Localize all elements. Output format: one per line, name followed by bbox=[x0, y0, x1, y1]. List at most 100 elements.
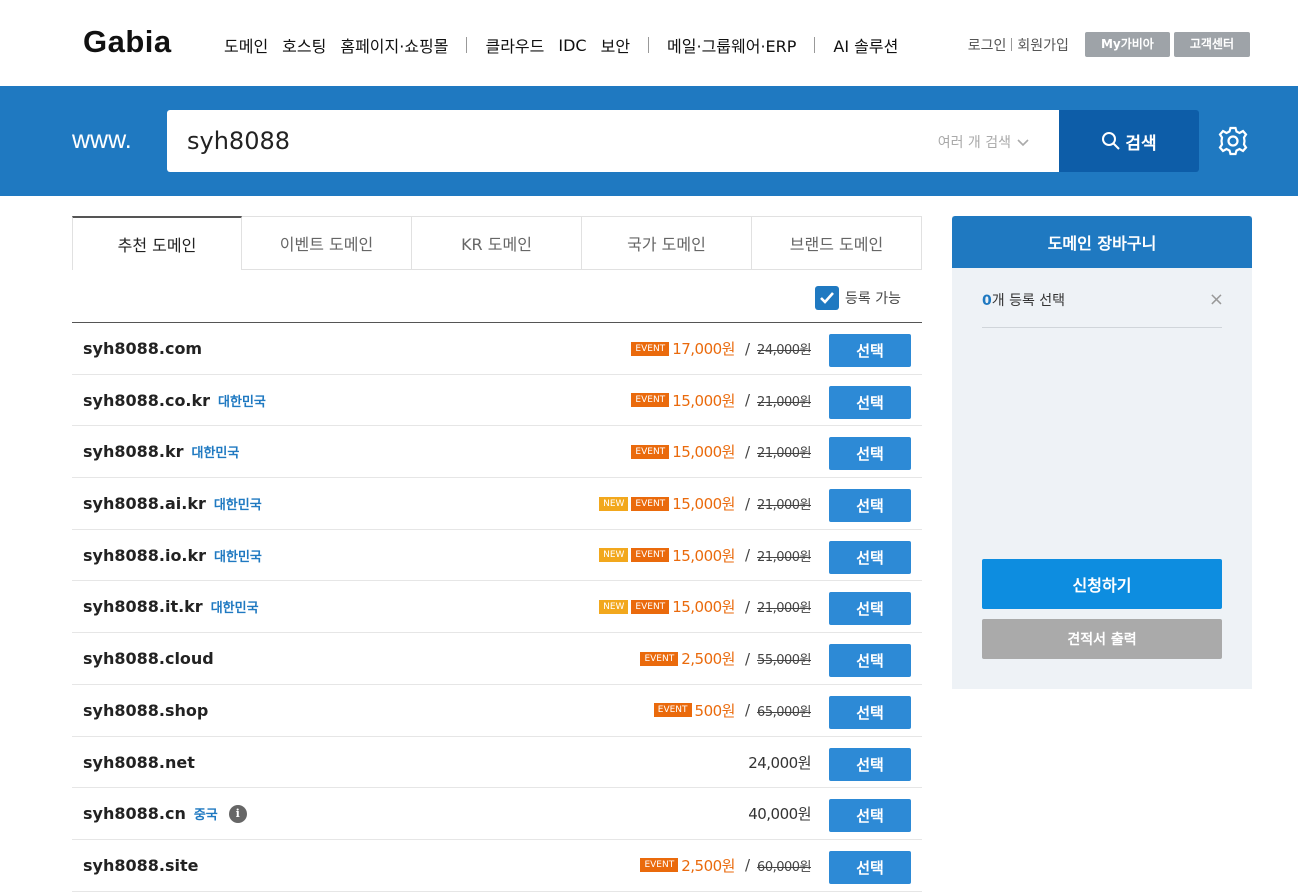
domain-row: syh8088.it.kr 대한민국 NEW EVENT 15,000원 / 21,000원… bbox=[72, 581, 922, 634]
nav-item[interactable]: 보안 bbox=[601, 33, 630, 57]
domain-name-cell: syh8088.io.kr 대한민국 bbox=[83, 530, 262, 581]
nav-item[interactable]: 홈페이지·쇼핑몰 bbox=[340, 33, 448, 57]
price-cell: EVENT 15,000원 / 21,000원 bbox=[631, 375, 811, 426]
utility-menu: 로그인 회원가입 My가비아 고객센터 bbox=[968, 32, 1250, 57]
search-box: 여러 개 검색 bbox=[167, 110, 1059, 172]
select-domain-button[interactable]: 선택 bbox=[829, 747, 911, 781]
signup-link[interactable]: 회원가입 bbox=[1017, 35, 1069, 55]
gabia-logo[interactable]: Gabia bbox=[83, 24, 172, 60]
nav-divider bbox=[814, 37, 816, 53]
domain-name: syh8088.co.kr bbox=[83, 390, 211, 410]
price-separator: / bbox=[744, 546, 751, 565]
price-cell: 40,000원 bbox=[748, 788, 811, 839]
event-price: 15,000원 bbox=[672, 391, 735, 410]
select-domain-button[interactable]: 선택 bbox=[829, 540, 911, 574]
select-domain-button[interactable]: 선택 bbox=[829, 385, 911, 419]
search-button[interactable]: 검색 bbox=[1059, 110, 1199, 172]
event-price: 15,000원 bbox=[672, 598, 735, 617]
cart-divider bbox=[982, 327, 1222, 328]
event-badge: EVENT bbox=[640, 858, 679, 873]
my-gabia-button[interactable]: My가비아 bbox=[1084, 32, 1170, 57]
nav-item[interactable]: IDC bbox=[558, 36, 586, 55]
select-domain-button[interactable]: 선택 bbox=[829, 644, 911, 678]
domain-tabs: 추천 도메인 이벤트 도메인 KR 도메인 국가 도메인 브랜드 도메인 bbox=[72, 216, 922, 270]
price-separator: / bbox=[744, 597, 751, 616]
domain-row: syh8088.cn 중국 i 40,000원 선택 bbox=[72, 788, 922, 840]
close-icon[interactable]: × bbox=[1209, 289, 1224, 310]
cart-count-number: 0 bbox=[982, 293, 992, 309]
domain-row: syh8088.cloud EVENT 2,500원 / 55,000원 선택 bbox=[72, 633, 922, 685]
available-label: 등록 가능 bbox=[845, 291, 901, 307]
nav-item[interactable]: 클라우드 bbox=[485, 33, 544, 57]
select-domain-button[interactable]: 선택 bbox=[829, 695, 911, 729]
domain-name-cell: syh8088.kr 대한민국 bbox=[83, 426, 239, 477]
domain-search-input[interactable] bbox=[187, 124, 887, 158]
domain-name: syh8088.cn bbox=[83, 804, 186, 824]
chevron-down-icon bbox=[1017, 139, 1029, 147]
util-divider bbox=[1011, 38, 1013, 51]
www-prefix: www. bbox=[72, 126, 132, 154]
nav-item[interactable]: AI 솔루션 bbox=[833, 33, 898, 57]
price: 24,000원 bbox=[748, 753, 811, 772]
select-domain-button[interactable]: 선택 bbox=[829, 592, 911, 626]
tab-domain-category[interactable]: 추천 도메인 bbox=[72, 216, 242, 270]
select-domain-button[interactable]: 선택 bbox=[829, 334, 911, 367]
apply-button[interactable]: 신청하기 bbox=[982, 559, 1222, 609]
customer-center-button[interactable]: 고객센터 bbox=[1173, 32, 1250, 57]
event-badge: EVENT bbox=[640, 651, 679, 666]
domain-name: syh8088.com bbox=[83, 339, 203, 358]
original-price: 65,000원 bbox=[757, 704, 811, 720]
nav-divider bbox=[648, 37, 650, 53]
event-badge: EVENT bbox=[631, 444, 670, 459]
domain-row: syh8088.kr 대한민국 EVENT 15,000원 / 21,000원 선택 bbox=[72, 426, 922, 479]
price-separator: / bbox=[744, 391, 751, 410]
domain-name-cell: syh8088.cloud bbox=[83, 633, 214, 684]
country-label: 중국 bbox=[193, 808, 218, 824]
multi-search-label: 여러 개 검색 bbox=[937, 135, 1011, 151]
event-price: 500원 bbox=[694, 701, 736, 720]
domain-name-cell: syh8088.com bbox=[83, 323, 202, 374]
print-quote-button[interactable]: 견적서 출력 bbox=[982, 619, 1222, 659]
original-price: 55,000원 bbox=[757, 653, 811, 669]
country-label: 대한민국 bbox=[214, 549, 262, 565]
tab-domain-category[interactable]: KR 도메인 bbox=[412, 216, 582, 270]
new-badge: NEW bbox=[599, 599, 629, 614]
select-domain-button[interactable]: 선택 bbox=[829, 437, 911, 471]
info-icon[interactable]: i bbox=[228, 804, 247, 823]
login-link[interactable]: 로그인 bbox=[968, 35, 1007, 55]
domain-row: syh8088.ai.kr 대한민국 NEW EVENT 15,000원 / 21,000원… bbox=[72, 478, 922, 530]
available-filter[interactable]: 등록 가능 bbox=[815, 286, 901, 310]
price: 40,000원 bbox=[748, 805, 811, 824]
price-separator: / bbox=[744, 856, 751, 875]
domain-row: syh8088.com EVENT 17,000원 / 24,000원 선택 bbox=[72, 323, 922, 375]
country-label: 대한민국 bbox=[213, 498, 262, 514]
price-separator: / bbox=[744, 339, 751, 358]
cart-count: 0개 등록 선택 bbox=[982, 290, 1065, 310]
price-cell: NEW EVENT 15,000원 / 21,000원 bbox=[599, 581, 811, 632]
domain-cart: 도메인 장바구니 0개 등록 선택 × 신청하기 견적서 출력 bbox=[952, 216, 1252, 689]
gear-icon[interactable] bbox=[1216, 124, 1250, 158]
domain-name-cell: syh8088.net bbox=[83, 737, 195, 788]
event-badge: EVENT bbox=[631, 599, 670, 614]
tab-domain-category[interactable]: 국가 도메인 bbox=[582, 216, 752, 270]
nav-item[interactable]: 메일·그룹웨어·ERP bbox=[667, 33, 796, 57]
search-icon bbox=[1102, 132, 1121, 150]
price-cell: 24,000원 bbox=[748, 737, 811, 788]
event-price: 15,000원 bbox=[672, 546, 735, 565]
tab-domain-category[interactable]: 이벤트 도메인 bbox=[242, 216, 412, 270]
event-badge: EVENT bbox=[631, 548, 670, 563]
nav-item[interactable]: 도메인 bbox=[224, 33, 268, 57]
search-bar: www. 여러 개 검색 검색 bbox=[0, 86, 1298, 196]
tab-domain-category[interactable]: 브랜드 도메인 bbox=[752, 216, 922, 270]
domain-row: syh8088.io.kr 대한민국 NEW EVENT 15,000원 / 21,000원… bbox=[72, 530, 922, 582]
available-checkbox[interactable] bbox=[815, 286, 839, 310]
domain-row: syh8088.shop EVENT 500원 / 65,000원 선택 bbox=[72, 685, 922, 737]
select-domain-button[interactable]: 선택 bbox=[829, 850, 911, 884]
select-domain-button[interactable]: 선택 bbox=[829, 799, 911, 833]
new-badge: NEW bbox=[599, 548, 629, 563]
nav-item[interactable]: 호스팅 bbox=[282, 33, 326, 57]
select-domain-button[interactable]: 선택 bbox=[829, 489, 911, 523]
domain-name: syh8088.site bbox=[83, 855, 199, 875]
multi-search-toggle[interactable]: 여러 개 검색 bbox=[938, 132, 1029, 152]
original-price: 21,000원 bbox=[757, 394, 811, 410]
